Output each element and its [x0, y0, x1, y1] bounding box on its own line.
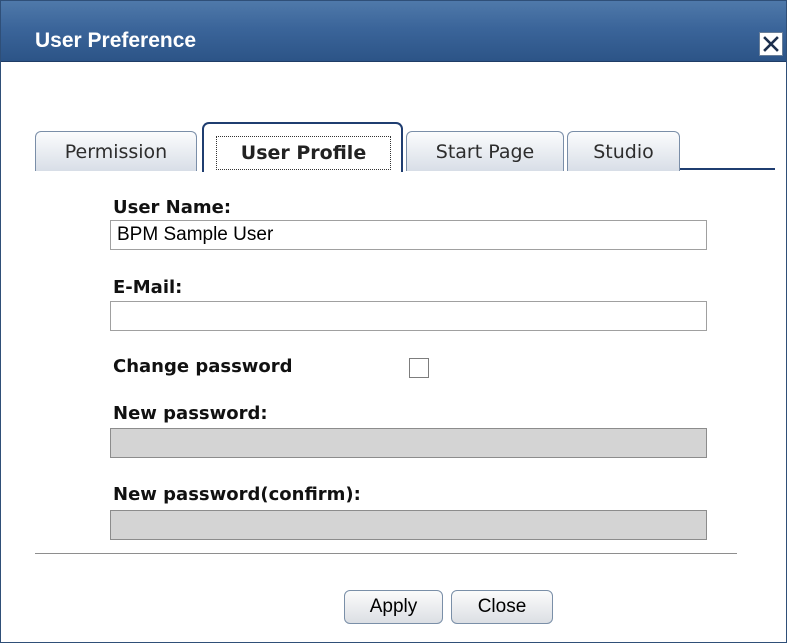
- footer-divider: [35, 553, 737, 554]
- change-password-label: Change password: [113, 356, 293, 377]
- close-icon: [763, 36, 779, 52]
- dialog-title: User Preference: [35, 29, 197, 52]
- close-window-button[interactable]: [759, 32, 783, 56]
- tab-studio[interactable]: Studio: [567, 131, 680, 171]
- email-label: E-Mail:: [113, 277, 183, 298]
- tab-user-profile[interactable]: User Profile: [202, 122, 403, 172]
- tab-user-profile-label: User Profile: [216, 136, 391, 170]
- tab-start-page[interactable]: Start Page: [406, 131, 564, 171]
- user-preference-dialog: User Preference Permission User Profile …: [0, 0, 787, 643]
- new-password-field: [110, 428, 707, 458]
- user-name-field[interactable]: BPM Sample User: [110, 220, 707, 250]
- user-name-label: User Name:: [113, 197, 232, 218]
- tab-permission[interactable]: Permission: [35, 131, 197, 171]
- email-field[interactable]: [110, 301, 707, 331]
- confirm-password-label: New password(confirm):: [113, 484, 361, 505]
- new-password-label: New password:: [113, 403, 268, 424]
- confirm-password-field: [110, 510, 707, 540]
- close-button[interactable]: Close: [451, 590, 553, 624]
- apply-button[interactable]: Apply: [344, 590, 443, 624]
- tab-strip-line: [679, 168, 775, 170]
- title-bar[interactable]: User Preference: [1, 1, 786, 62]
- change-password-checkbox[interactable]: [409, 358, 429, 378]
